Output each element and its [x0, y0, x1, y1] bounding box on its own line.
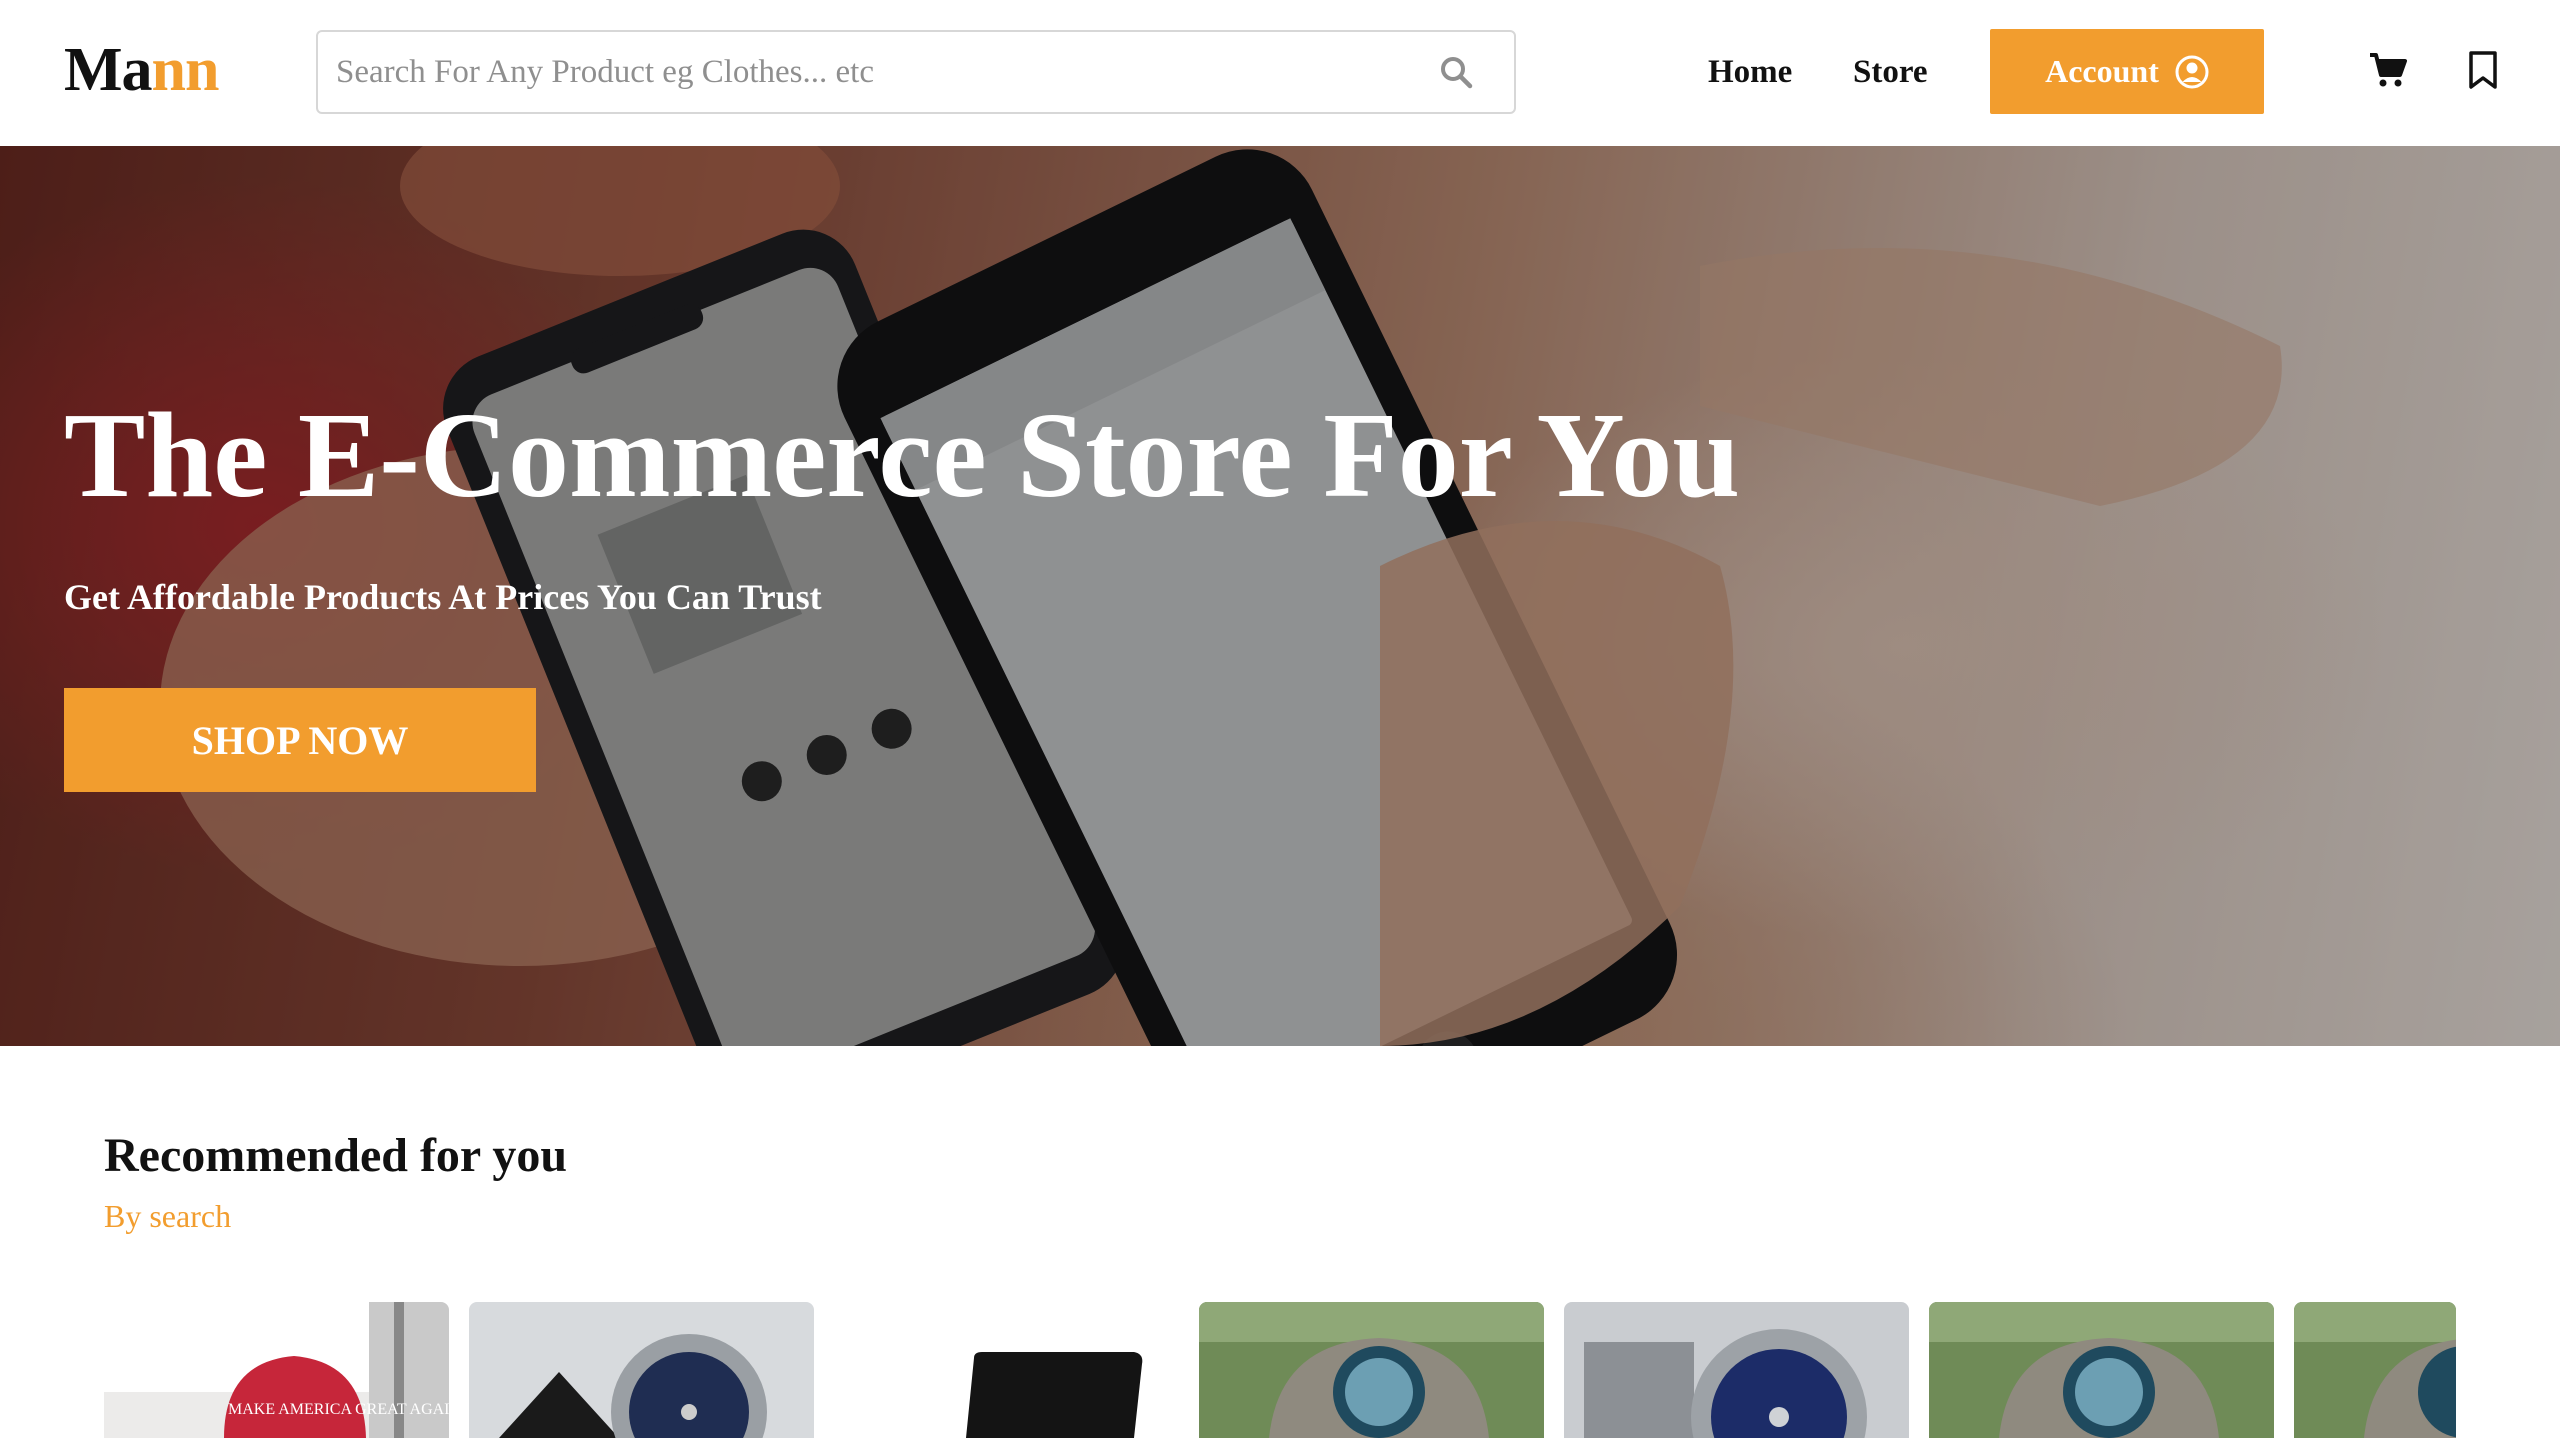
product-card[interactable]: [1929, 1302, 2274, 1438]
search-input[interactable]: [336, 32, 1396, 112]
nav-store-link[interactable]: Store: [1853, 50, 1928, 94]
trucker-cap-image: [1929, 1302, 2274, 1438]
search-icon[interactable]: [1438, 54, 1474, 90]
red-cap-image: MAKE AMERICA GREAT AGAIN: [104, 1302, 449, 1438]
hero-banner: The E-Commerce Store For You Get Afforda…: [0, 146, 2560, 1046]
recommended-products: MAKE AMERICA GREAT AGAIN: [104, 1302, 2456, 1438]
trucker-cap-image: [1199, 1302, 1544, 1438]
recommended-subtitle: By search: [104, 1198, 232, 1234]
product-card[interactable]: [1199, 1302, 1544, 1438]
product-card[interactable]: MAKE AMERICA GREAT AGAIN: [104, 1302, 449, 1438]
cart-icon[interactable]: [2368, 50, 2408, 90]
recommended-title: Recommended for you: [104, 1129, 568, 1182]
bookmark-icon[interactable]: [2466, 50, 2500, 90]
user-circle-icon: [2175, 55, 2209, 88]
black-wallet-image: [834, 1302, 1179, 1438]
account-button-label: Account: [2045, 53, 2159, 89]
chronograph-watch-image: [1564, 1302, 1909, 1438]
product-card[interactable]: [834, 1302, 1179, 1438]
search-bar: [316, 30, 1516, 114]
hero-title: The E-Commerce Store For You: [64, 388, 1741, 523]
shop-now-button[interactable]: SHOP NOW: [64, 688, 536, 792]
account-button[interactable]: Account: [1990, 29, 2264, 114]
trucker-cap-image: [2294, 1302, 2456, 1438]
steel-watch-image: [469, 1302, 814, 1438]
logo-text-main: Ma: [64, 36, 153, 104]
product-card[interactable]: [1564, 1302, 1909, 1438]
hero-subtitle: Get Affordable Products At Prices You Ca…: [64, 577, 822, 617]
brand-logo[interactable]: Mann: [64, 34, 219, 106]
nav-home-link[interactable]: Home: [1708, 50, 1792, 94]
product-card[interactable]: [2294, 1302, 2456, 1438]
navbar: Mann Home Store Account: [0, 0, 2560, 146]
logo-text-accent: nn: [151, 36, 220, 104]
product-card[interactable]: [469, 1302, 814, 1438]
cap-embroidery-text: MAKE AMERICA GREAT AGAIN: [228, 1401, 449, 1418]
